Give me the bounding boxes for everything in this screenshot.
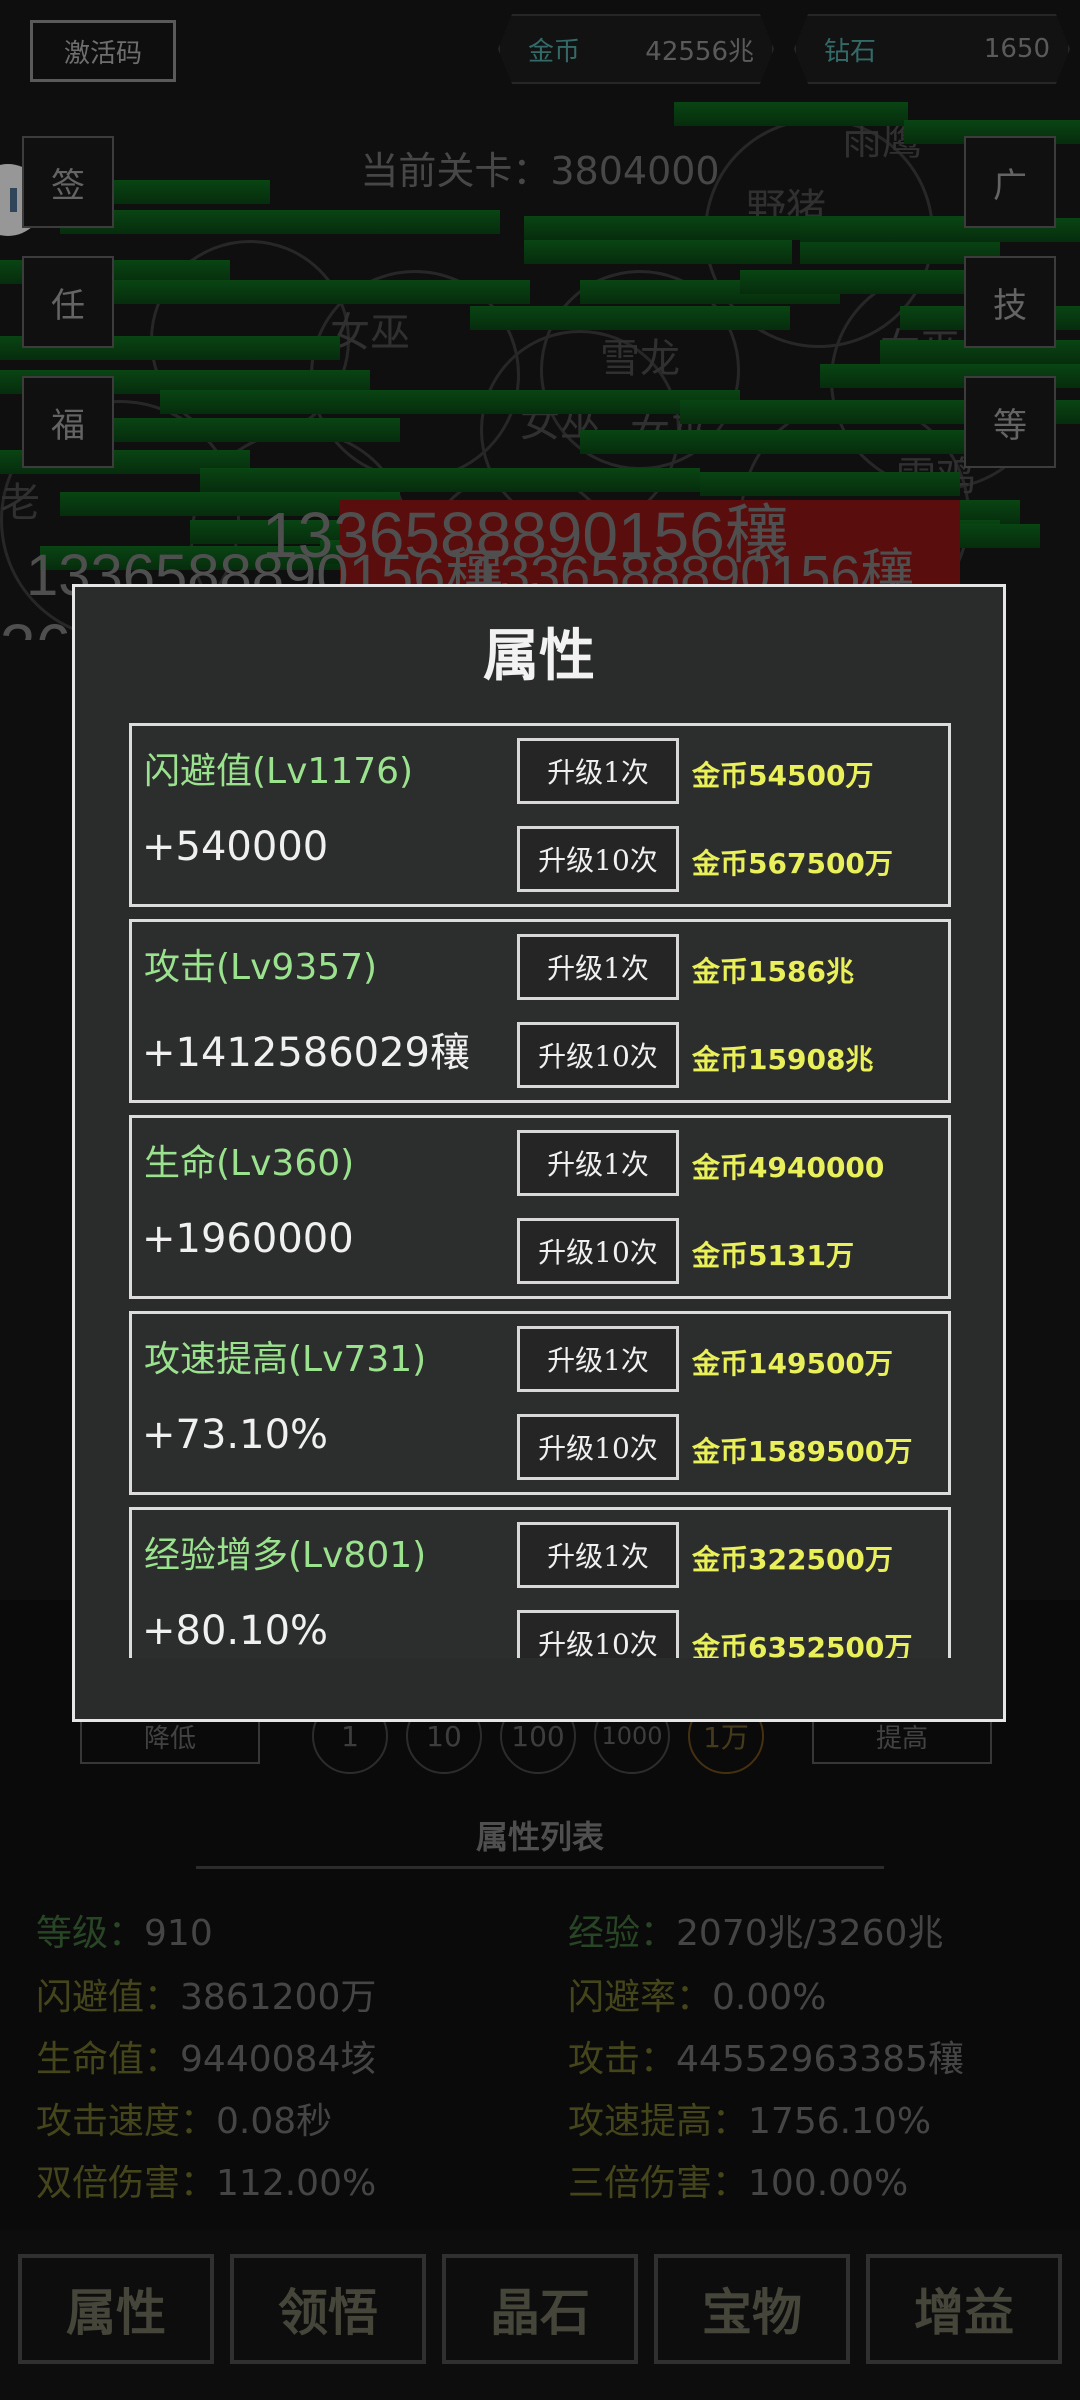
upgrade-ten-button[interactable]: 升级10次 [517, 1218, 679, 1284]
upgrade-once-cost: 金币322500万 [692, 1543, 893, 1576]
attribute-bonus: +80.10% [142, 1608, 329, 1654]
upgrade-ten-cost: 金币5131万 [692, 1239, 854, 1272]
upgrade-ten-button[interactable]: 升级10次 [517, 1414, 679, 1480]
upgrade-once-cost: 金币4940000 [692, 1151, 885, 1184]
upgrade-ten-cost: 金币15908兆 [692, 1043, 874, 1076]
attribute-bonus: +1960000 [142, 1216, 354, 1262]
upgrade-ten-button[interactable]: 升级10次 [517, 1610, 679, 1658]
attribute-bonus: +540000 [142, 824, 329, 870]
upgrade-once-button[interactable]: 升级1次 [517, 934, 679, 1000]
upgrade-once-button[interactable]: 升级1次 [517, 1522, 679, 1588]
attribute-card-attack: 攻击(Lv9357) +1412586029穰 升级1次 升级10次 金币158… [129, 919, 951, 1103]
modal-title: 属性 [483, 623, 595, 689]
attribute-card-dodge: 闪避值(Lv1176) +540000 升级1次 升级10次 金币54500万 … [129, 723, 951, 907]
upgrade-once-button[interactable]: 升级1次 [517, 1326, 679, 1392]
upgrade-ten-cost: 金币567500万 [692, 847, 893, 880]
attribute-card-experience: 经验增多(Lv801) +80.10% 升级1次 升级10次 金币322500万… [129, 1507, 951, 1658]
attribute-card-attack-speed: 攻速提高(Lv731) +73.10% 升级1次 升级10次 金币149500万… [129, 1311, 951, 1495]
upgrade-once-button[interactable]: 升级1次 [517, 1130, 679, 1196]
upgrade-once-cost: 金币149500万 [692, 1347, 893, 1380]
attribute-name: 攻击(Lv9357) [144, 947, 378, 988]
upgrade-ten-cost: 金币1589500万 [692, 1435, 913, 1468]
attribute-card-list[interactable]: 闪避值(Lv1176) +540000 升级1次 升级10次 金币54500万 … [129, 723, 951, 1658]
attribute-bonus: +1412586029穰 [142, 1030, 471, 1076]
upgrade-once-cost: 金币1586兆 [692, 955, 854, 988]
attribute-name: 闪避值(Lv1176) [144, 751, 414, 792]
attribute-name: 生命(Lv360) [144, 1143, 355, 1184]
attribute-name: 经验增多(Lv801) [144, 1535, 427, 1576]
upgrade-once-cost: 金币54500万 [692, 759, 874, 792]
attribute-modal: 属性 闪避值(Lv1176) +540000 升级1次 升级10次 金币5450… [72, 584, 1006, 1722]
upgrade-once-button[interactable]: 升级1次 [517, 738, 679, 804]
attribute-card-hp: 生命(Lv360) +1960000 升级1次 升级10次 金币4940000 … [129, 1115, 951, 1299]
attribute-name: 攻速提高(Lv731) [144, 1339, 427, 1380]
attribute-bonus: +73.10% [142, 1412, 329, 1458]
upgrade-ten-button[interactable]: 升级10次 [517, 826, 679, 892]
upgrade-ten-button[interactable]: 升级10次 [517, 1022, 679, 1088]
upgrade-ten-cost: 金币6352500万 [692, 1631, 913, 1658]
